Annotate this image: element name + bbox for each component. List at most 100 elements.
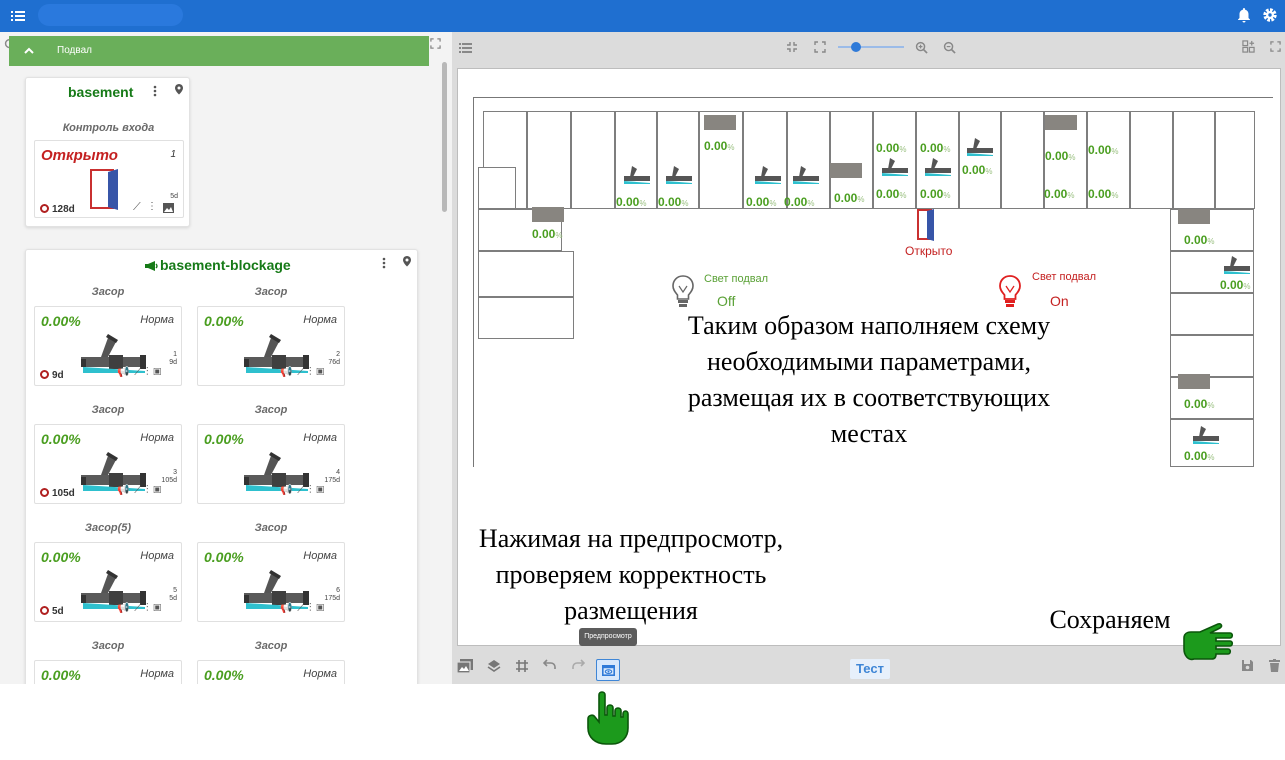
plan-value[interactable]: 0.00% bbox=[1044, 187, 1074, 201]
plan-value[interactable]: 0.00% bbox=[876, 141, 906, 155]
tile-actions[interactable]: 📢 ⟋ ⋮ ▣ bbox=[280, 603, 325, 614]
more-vert-icon[interactable] bbox=[153, 85, 157, 97]
tile-actions[interactable]: 📢 ⟋ ⋮ ▣ bbox=[117, 485, 162, 496]
fullscreen-icon[interactable] bbox=[1270, 41, 1281, 52]
save-icon[interactable] bbox=[1241, 659, 1254, 672]
tile-state: Норма bbox=[303, 314, 337, 326]
door-widget[interactable]: Открыто 1 5d 128d ⟋ ⋮ bbox=[34, 140, 184, 218]
plan-value[interactable]: 0.00% bbox=[920, 187, 950, 201]
add-widget-icon[interactable] bbox=[1242, 40, 1255, 53]
basement-card: basement Контроль входа Открыто 1 5d 128… bbox=[25, 77, 190, 227]
door-open-icon[interactable] bbox=[917, 209, 935, 241]
list-menu-icon[interactable] bbox=[459, 42, 472, 53]
tile-state: Норма bbox=[140, 550, 174, 562]
tile-caption: Засор bbox=[254, 640, 288, 652]
blockage-tile[interactable]: 0.00% Норма 1 9d 9d 📢 ⟋ ⋮ ▣ bbox=[34, 306, 182, 386]
blockage-tile[interactable]: 0.00%Норма📢 ⟋ ⋮ ▣ bbox=[197, 660, 345, 684]
door-index: 1 bbox=[170, 149, 176, 160]
plan-value[interactable]: 0.00% bbox=[704, 139, 734, 153]
image-icon[interactable] bbox=[163, 203, 174, 213]
fullscreen-icon[interactable] bbox=[430, 38, 441, 49]
background-image-icon[interactable] bbox=[457, 659, 473, 673]
tile-state: Норма bbox=[303, 550, 337, 562]
trend-icon[interactable]: ⟋ bbox=[133, 201, 141, 214]
preview-button[interactable] bbox=[596, 659, 620, 681]
blockage-tile[interactable]: 0.00% Норма 3 105d 105d 📢 ⟋ ⋮ ▣ bbox=[34, 424, 182, 504]
tile-state: Норма bbox=[140, 314, 174, 326]
room bbox=[478, 297, 574, 339]
blockage-tile[interactable]: 0.00% Норма 5 5d 5d 📢 ⟋ ⋮ ▣ bbox=[34, 542, 182, 622]
undo-icon[interactable] bbox=[543, 659, 557, 671]
more-vert-icon[interactable] bbox=[382, 257, 386, 269]
plan-door-state: Открыто bbox=[905, 244, 953, 258]
pin-settings-icon[interactable] bbox=[401, 255, 413, 267]
tile-percent: 0.00% bbox=[204, 549, 244, 565]
gear-icon[interactable] bbox=[1262, 7, 1278, 23]
room bbox=[1173, 111, 1215, 209]
door-open-icon bbox=[90, 169, 118, 210]
tile-actions[interactable]: 📢 ⟋ ⋮ ▣ bbox=[280, 367, 325, 378]
pointing-hand-icon bbox=[587, 691, 629, 745]
pipe-icon bbox=[623, 165, 651, 190]
tile-percent: 0.00% bbox=[41, 431, 81, 447]
redo-icon[interactable] bbox=[571, 659, 585, 671]
test-button[interactable]: Тест bbox=[850, 659, 890, 679]
layers-icon[interactable] bbox=[487, 659, 501, 673]
plan-value[interactable]: 0.00% bbox=[962, 163, 992, 177]
tile-actions[interactable]: 📢 ⟋ ⋮ ▣ bbox=[280, 485, 325, 496]
plan-value[interactable]: 0.00% bbox=[746, 195, 776, 209]
plan-value[interactable]: 0.00% bbox=[658, 195, 688, 209]
tile-caption: Засор bbox=[91, 404, 125, 416]
delete-icon[interactable] bbox=[1269, 659, 1280, 672]
pin-settings-icon[interactable] bbox=[173, 83, 185, 95]
plan-wall bbox=[473, 97, 1273, 98]
chevron-up-icon[interactable] bbox=[23, 45, 35, 57]
lightbulb-off-icon[interactable] bbox=[668, 273, 698, 309]
preview-icon bbox=[602, 665, 615, 676]
plan-value[interactable]: 0.00% bbox=[1045, 149, 1075, 163]
scrollbar[interactable] bbox=[440, 60, 448, 680]
plan-value[interactable]: 0.00% bbox=[1184, 233, 1214, 247]
annotation-main: Таким образом наполняем схему необходимым… bbox=[687, 311, 1051, 448]
blockage-tile[interactable]: 0.00% Норма 2 76d 📢 ⟋ ⋮ ▣ bbox=[197, 306, 345, 386]
tile-actions[interactable]: 📢 ⟋ ⋮ ▣ bbox=[117, 367, 162, 378]
group-header[interactable]: Подвал bbox=[9, 36, 429, 66]
list-menu-icon[interactable] bbox=[10, 8, 26, 24]
app-title-blurred bbox=[38, 4, 183, 26]
card-menu[interactable] bbox=[153, 84, 157, 102]
blockage-tile[interactable]: 0.00% Норма 6 175d 📢 ⟋ ⋮ ▣ bbox=[197, 542, 345, 622]
plan-value[interactable]: 0.00% bbox=[784, 195, 814, 209]
plan-value[interactable]: 0.00% bbox=[1220, 278, 1250, 292]
door-state: Открыто bbox=[41, 147, 118, 164]
bell-icon[interactable] bbox=[1236, 7, 1252, 24]
expand-icon[interactable] bbox=[814, 41, 826, 53]
plan-value[interactable]: 0.00% bbox=[876, 187, 906, 201]
zoom-out-icon[interactable] bbox=[943, 41, 956, 54]
tile-actions[interactable]: 📢 ⟋ ⋮ ▣ bbox=[117, 603, 162, 614]
fit-screen-icon[interactable] bbox=[786, 41, 798, 53]
plan-value[interactable]: 0.00% bbox=[616, 195, 646, 209]
pipe-icon bbox=[754, 165, 782, 190]
blockage-tile[interactable]: 0.00%Норма📢 ⟋ ⋮ ▣ bbox=[34, 660, 182, 684]
card-title: basement-blockage bbox=[160, 257, 291, 273]
widget-caption: Контроль входа bbox=[62, 122, 155, 134]
more-vert-icon[interactable]: ⋮ bbox=[147, 201, 157, 212]
plan-value[interactable]: 0.00% bbox=[1184, 397, 1214, 411]
card-menu[interactable] bbox=[382, 256, 386, 274]
sensor-image bbox=[704, 115, 736, 130]
plan-value[interactable]: 0.00% bbox=[920, 141, 950, 155]
plan-value[interactable]: 0.00% bbox=[1184, 449, 1214, 463]
lamp1-label: Свет подвал bbox=[704, 273, 769, 285]
zoom-slider[interactable] bbox=[838, 42, 904, 52]
plan-value[interactable]: 0.00% bbox=[1088, 187, 1118, 201]
plan-value[interactable]: 0.00% bbox=[532, 227, 562, 241]
lightbulb-on-icon[interactable] bbox=[995, 273, 1025, 309]
zoom-in-icon[interactable] bbox=[915, 41, 928, 54]
tile-age: 9d bbox=[40, 370, 64, 381]
tile-index: 2 76d bbox=[328, 351, 340, 366]
blockage-tile[interactable]: 0.00% Норма 4 175d 📢 ⟋ ⋮ ▣ bbox=[197, 424, 345, 504]
plan-value[interactable]: 0.00% bbox=[834, 191, 864, 205]
tile-percent: 0.00% bbox=[204, 667, 244, 683]
grid-icon[interactable] bbox=[515, 659, 529, 673]
plan-value[interactable]: 0.00% bbox=[1088, 143, 1118, 157]
